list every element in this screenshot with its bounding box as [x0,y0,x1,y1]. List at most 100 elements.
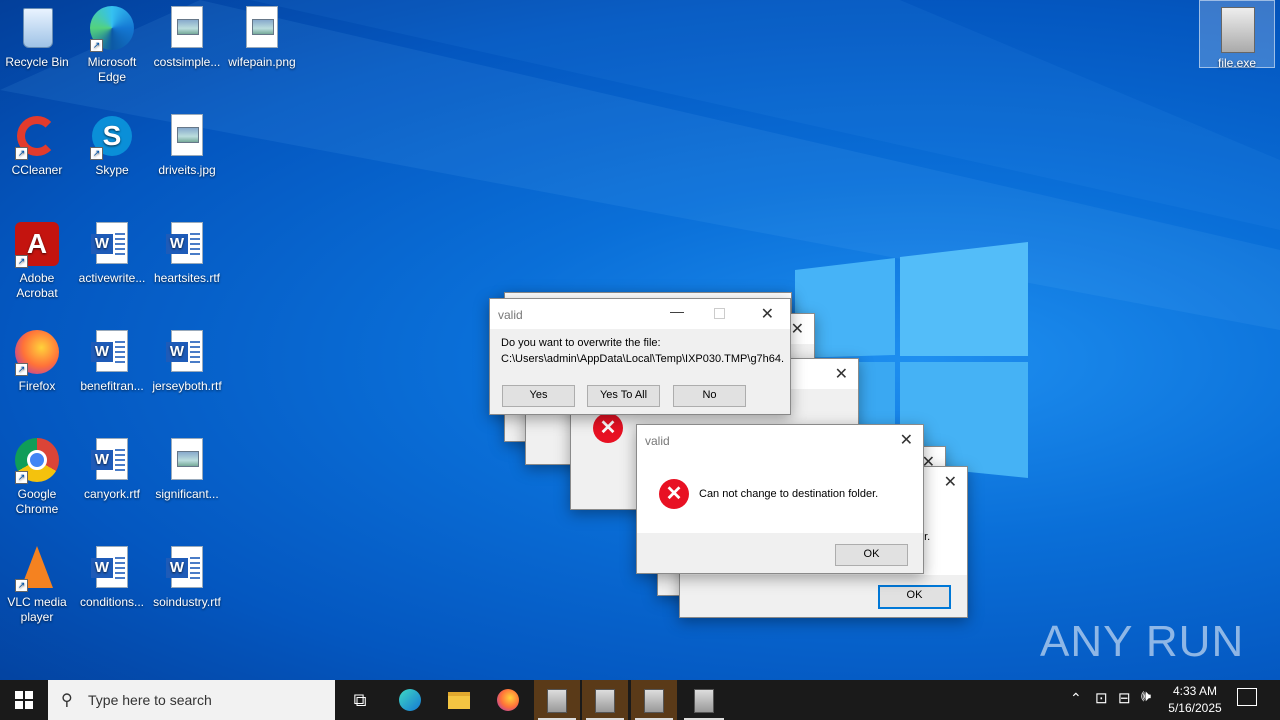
meet-now-icon[interactable]: ⊡ [1095,689,1108,707]
word-icon: W [88,436,136,484]
close-icon[interactable]: ✕ [761,304,774,324]
clock[interactable]: 4:33 AM 5/16/2025 [1162,683,1228,717]
desktop-icon-image[interactable]: significant... [150,432,224,502]
desktop-icon-label: VLC media player [7,595,67,624]
desktop-icon-label: activewrite... [78,271,146,285]
clock-time: 4:33 AM [1172,684,1218,698]
taskbar-app-file-exe-3[interactable] [631,680,677,720]
network-icon[interactable]: ⊟ [1118,689,1131,707]
desktop-icon-label: conditions... [79,595,145,609]
overwrite-message: Do you want to overwrite the file: [501,337,661,349]
show-hidden-icons[interactable]: ⌃ [1070,690,1082,707]
desktop-icon-exe[interactable]: file.exe [1199,0,1275,70]
task-view-icon[interactable]: ⧉ [336,680,384,720]
taskbar-firefox-icon[interactable] [484,680,532,720]
desktop-icon-label: file.exe [1217,56,1257,70]
desktop-icon-word[interactable]: Wconditions... [75,540,149,610]
desktop-icon-word[interactable]: Wjerseyboth.rtf [150,324,224,394]
desktop-icon-word[interactable]: Wbenefitran... [75,324,149,394]
desktop-icon-label: soindustry.rtf [153,595,221,609]
overwrite-dialog: valid — ✕ Do you want to overwrite the f… [489,298,791,415]
desktop-icon-label: wifepain.png [228,55,296,69]
desktop-icon-label: canyork.rtf [83,487,140,501]
desktop-icon-firefox[interactable]: ↗ Firefox [0,324,74,394]
desktop-icon-word[interactable]: Wcanyork.rtf [75,432,149,502]
close-icon[interactable]: ✕ [944,472,957,492]
desktop-icon-label: Recycle Bin [5,55,69,69]
taskbar-app-file-exe-1[interactable] [534,680,580,720]
desktop-icon-image[interactable]: costsimple... [150,0,224,70]
ccleaner-icon: ↗ [13,112,61,160]
skype-icon: S ↗ [88,112,136,160]
desktop-icon-label: Adobe Acrobat [16,271,58,300]
start-button[interactable] [0,680,48,720]
chrome-icon: ↗ [13,436,61,484]
taskbar-app-file-exe-4[interactable] [680,680,728,720]
image-icon [163,4,211,52]
dialog-title: valid [498,308,523,322]
word-icon: W [88,544,136,592]
desktop-icon-acrobat[interactable]: A ↗ Adobe Acrobat [0,216,74,301]
desktop-icon-word[interactable]: Wheartsites.rtf [150,216,224,286]
dialog-title: valid [645,434,670,448]
yes-to-all-button[interactable]: Yes To All [587,385,660,407]
taskbar-app-file-exe-2[interactable] [582,680,628,720]
windows-icon [15,691,33,709]
notifications-icon[interactable] [1237,688,1257,706]
word-icon: W [163,328,211,376]
taskbar: ⚲ Type here to search ⧉ ⌃ ⊡ ⊟ 🕪 4:33 AM … [0,680,1280,720]
desktop-icon-label: benefitran... [80,379,144,393]
desktop: Recycle Bin ↗ Microsoft Edge costsimple... w… [0,0,1280,680]
word-icon: W [88,328,136,376]
desktop-icon-skype[interactable]: S ↗ Skype [75,108,149,178]
watermark-logo: ANY RUN [1040,617,1245,666]
acrobat-icon: A ↗ [13,220,61,268]
image-icon [238,4,286,52]
desktop-icon-label: Google Chrome [15,487,59,516]
firefox-icon: ↗ [13,328,61,376]
error-message: Can not change to destination folder. [699,488,879,500]
close-icon[interactable]: ✕ [791,319,804,339]
close-icon[interactable]: ✕ [835,364,848,384]
desktop-icon-chrome[interactable]: ↗ Google Chrome [0,432,74,517]
close-icon[interactable]: ✕ [900,430,913,450]
desktop-icon-word[interactable]: Wactivewrite... [75,216,149,286]
desktop-icon-ccleaner[interactable]: ↗ CCleaner [0,108,74,178]
taskbar-explorer-icon[interactable] [435,680,483,720]
ok-button[interactable]: OK [835,544,908,566]
desktop-icon-image[interactable]: driveits.jpg [150,108,224,178]
image-icon [163,112,211,160]
yes-button[interactable]: Yes [502,385,575,407]
volume-icon[interactable]: 🕪 [1141,688,1151,706]
desktop-icon-image[interactable]: wifepain.png [225,0,299,70]
edge-icon: ↗ [88,4,136,52]
error-icon: ✕ [593,413,623,443]
overwrite-path: C:\Users\admin\AppData\Local\Temp\IXP030… [501,353,785,365]
desktop-icon-label: Firefox [18,379,56,393]
ok-button[interactable]: OK [878,585,951,609]
desktop-icon-edge[interactable]: ↗ Microsoft Edge [75,0,149,85]
search-placeholder: Type here to search [88,692,212,708]
clock-date: 5/16/2025 [1168,701,1222,715]
error-dialog: valid ✕ ✕ Can not change to destination … [636,424,924,574]
taskbar-edge-icon[interactable] [386,680,434,720]
maximize-icon [714,308,725,319]
search-box[interactable]: ⚲ Type here to search [48,680,335,720]
desktop-icon-label: Microsoft Edge [87,55,137,84]
recycle-icon [13,4,61,52]
desktop-icon-label: heartsites.rtf [153,271,221,285]
exe-icon [1213,5,1261,53]
desktop-icon-recycle[interactable]: Recycle Bin [0,0,74,70]
desktop-icon-word[interactable]: Wsoindustry.rtf [150,540,224,610]
minimize-icon[interactable]: — [670,303,684,319]
desktop-icon-label: costsimple... [153,55,221,69]
image-icon [163,436,211,484]
error-icon: ✕ [659,479,689,509]
search-icon: ⚲ [61,692,73,709]
no-button[interactable]: No [673,385,746,407]
word-icon: W [88,220,136,268]
desktop-icon-label: significant... [155,487,219,501]
desktop-icon-label: driveits.jpg [158,163,216,177]
desktop-icon-vlc[interactable]: ↗ VLC media player [0,540,74,625]
desktop-icon-label: jerseyboth.rtf [152,379,222,393]
